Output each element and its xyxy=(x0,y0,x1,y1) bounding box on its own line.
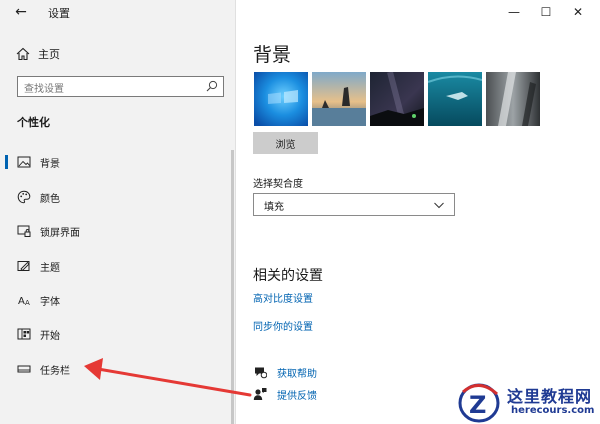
page-title: 背景 xyxy=(253,44,292,66)
sidebar-item-label: 锁屏界面 xyxy=(40,227,80,239)
sidebar-item-label: 颜色 xyxy=(40,193,60,205)
active-indicator xyxy=(5,155,8,169)
svg-text:A: A xyxy=(25,299,30,307)
palette-icon xyxy=(17,190,31,204)
get-help-label: 获取帮助 xyxy=(277,369,317,380)
home-icon xyxy=(16,47,30,61)
fit-label: 选择契合度 xyxy=(253,179,303,190)
wallpaper-thumbnail-5[interactable] xyxy=(486,72,540,126)
sidebar-item-background[interactable]: 背景 xyxy=(0,148,232,176)
wallpaper-thumbnail-2[interactable] xyxy=(312,72,366,126)
lock-screen-icon xyxy=(17,225,31,237)
feedback-person-icon xyxy=(253,388,267,400)
back-button[interactable]: ← xyxy=(10,3,32,21)
svg-text:Z: Z xyxy=(469,391,486,419)
watermark: Z 这里教程网 herecours.com xyxy=(455,380,600,424)
sidebar-item-label: 字体 xyxy=(40,296,60,308)
wallpaper-thumbnail-4[interactable] xyxy=(428,72,482,126)
sidebar-item-label: 背景 xyxy=(40,158,60,170)
sidebar-item-label: 任务栏 xyxy=(40,365,70,377)
search-box[interactable] xyxy=(17,76,224,99)
sidebar-item-start[interactable]: 开始 xyxy=(0,320,232,348)
wallpaper-thumbnail-3[interactable] xyxy=(370,72,424,126)
start-menu-icon xyxy=(17,328,31,340)
sidebar-item-label: 主题 xyxy=(40,262,60,274)
sidebar-item-fonts[interactable]: A A 字体 xyxy=(0,286,232,314)
browse-button[interactable]: 浏览 xyxy=(253,132,318,154)
feedback-label: 提供反馈 xyxy=(277,391,317,402)
high-contrast-link[interactable]: 高对比度设置 xyxy=(253,290,313,305)
fit-dropdown-value: 填充 xyxy=(264,202,284,213)
sync-settings-link[interactable]: 同步你的设置 xyxy=(253,318,313,333)
related-settings-heading: 相关的设置 xyxy=(253,268,323,284)
section-heading: 个性化 xyxy=(17,116,50,129)
help-chat-icon xyxy=(255,367,267,379)
svg-text:A: A xyxy=(18,296,25,307)
sidebar: 主页 个性化 背景 颜色 锁屏界面 xyxy=(0,0,236,424)
sidebar-item-colors[interactable]: 颜色 xyxy=(0,183,232,211)
font-icon: A A xyxy=(18,296,30,307)
theme-brush-icon xyxy=(17,261,30,272)
sidebar-item-lock-screen[interactable]: 锁屏界面 xyxy=(0,217,232,245)
search-icon[interactable] xyxy=(206,80,218,92)
close-button[interactable]: ✕ xyxy=(562,2,594,22)
maximize-button[interactable]: ☐ xyxy=(530,2,562,22)
watermark-logo-icon: Z xyxy=(458,383,500,423)
sidebar-scrollbar[interactable] xyxy=(231,150,234,424)
window-title: 设置 xyxy=(48,7,70,20)
watermark-en: herecours.com xyxy=(511,405,595,416)
chevron-down-icon xyxy=(434,202,444,209)
sidebar-item-themes[interactable]: 主题 xyxy=(0,252,232,280)
minimize-button[interactable]: — xyxy=(498,2,530,22)
home-label: 主页 xyxy=(38,48,60,61)
sidebar-home[interactable]: 主页 xyxy=(16,46,60,62)
sidebar-item-label: 开始 xyxy=(40,330,60,342)
search-input[interactable] xyxy=(18,80,204,99)
taskbar-icon xyxy=(17,365,31,373)
wallpaper-thumbnail-1[interactable] xyxy=(254,72,308,126)
watermark-cn: 这里教程网 xyxy=(507,387,593,406)
sidebar-item-taskbar[interactable]: 任务栏 xyxy=(0,355,232,383)
fit-dropdown[interactable]: 填充 xyxy=(253,193,455,216)
title-bar: ← 设置 — ☐ ✕ xyxy=(0,0,600,24)
picture-icon xyxy=(17,156,31,168)
